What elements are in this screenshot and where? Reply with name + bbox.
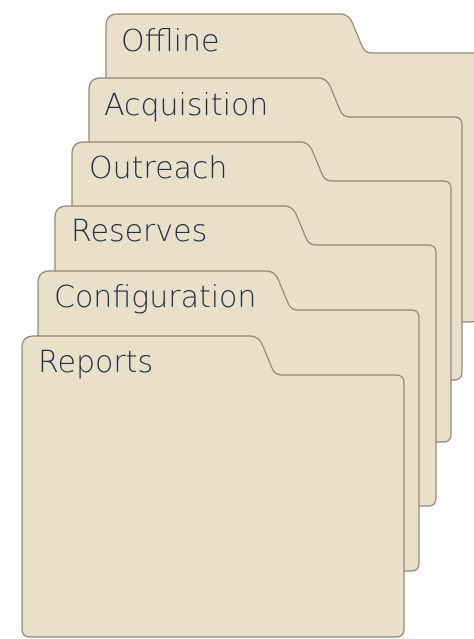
- folder-configuration-label[interactable]: Configuration: [54, 280, 256, 316]
- folder-stack: Offline Acquisition Outreach Reserves Co…: [0, 0, 474, 639]
- folder-reports-label[interactable]: Reports: [38, 345, 153, 381]
- folder-outreach-label[interactable]: Outreach: [89, 151, 227, 187]
- folder-acquisition-label[interactable]: Acquisition: [104, 88, 268, 124]
- folder-reserves-label[interactable]: Reserves: [71, 214, 207, 250]
- folder-offline-label[interactable]: Offline: [121, 24, 219, 60]
